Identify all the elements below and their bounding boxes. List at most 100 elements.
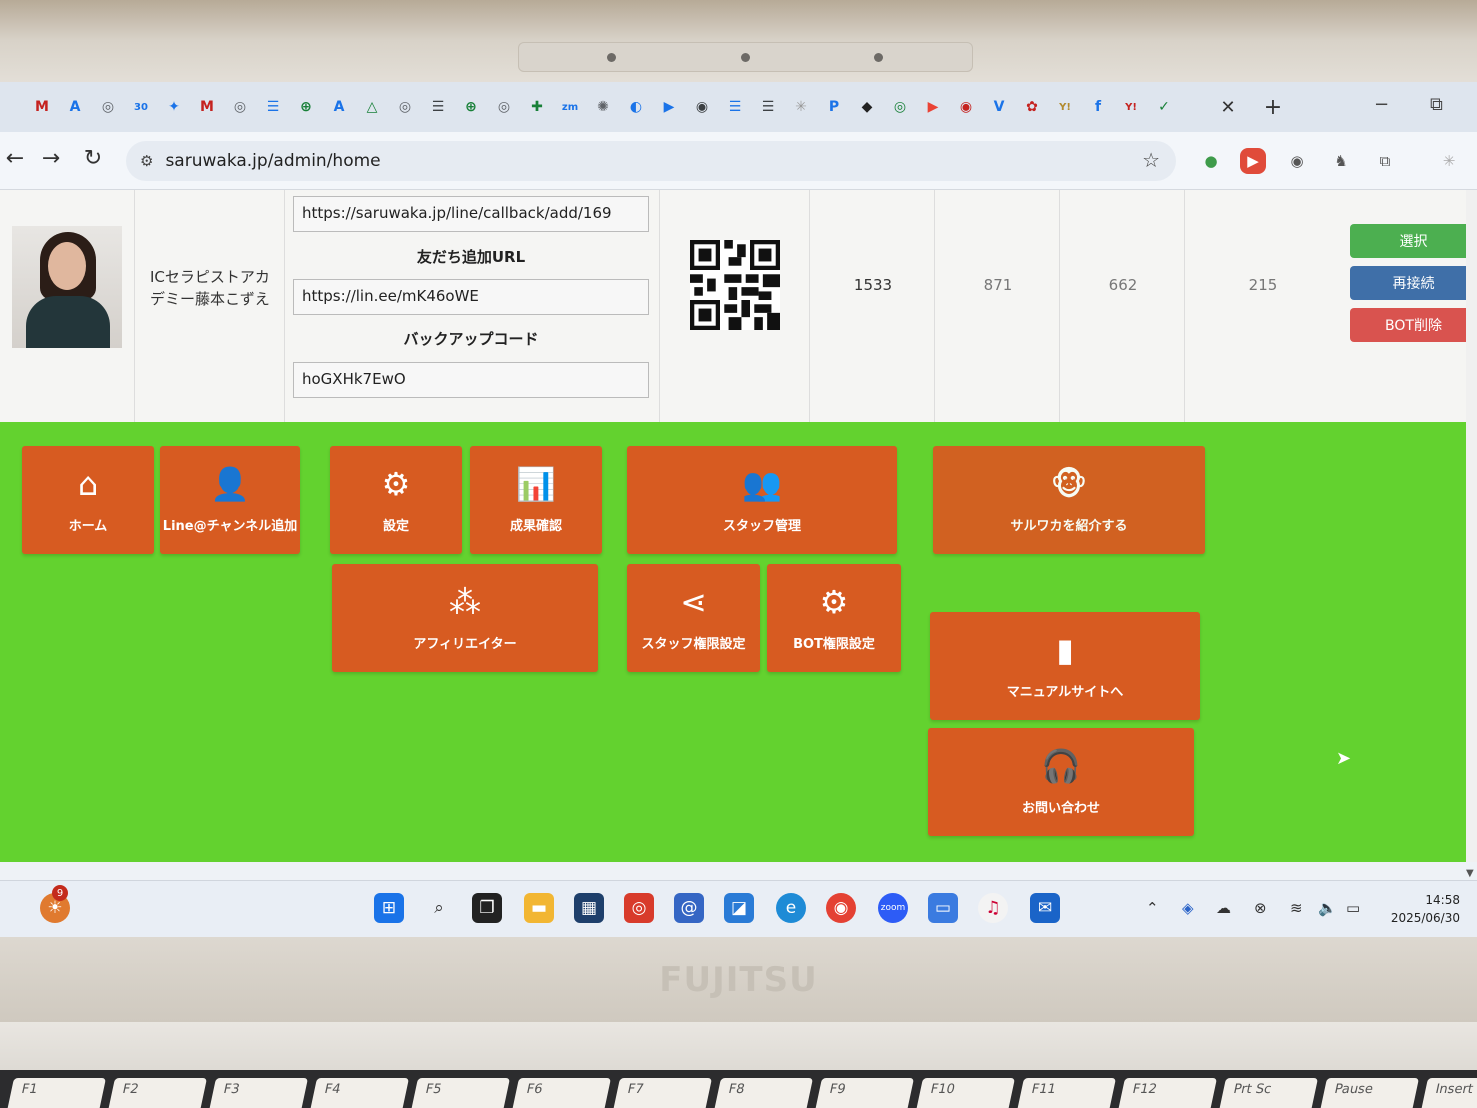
function-key[interactable]: F11: [1015, 1078, 1117, 1108]
start-icon[interactable]: ⊞: [374, 893, 404, 923]
results-tile[interactable]: 📊 成果確認: [470, 446, 602, 554]
tray-x-icon[interactable]: ⊗: [1254, 899, 1267, 917]
tab-favicon-icon[interactable]: ◉: [952, 93, 980, 121]
affiliate-tile[interactable]: ⁂ アフィリエイター: [332, 564, 598, 672]
tab-favicon-icon[interactable]: f: [1084, 93, 1112, 121]
bot-permission-tile[interactable]: ⚙ BOT権限設定: [767, 564, 901, 672]
outlook-icon[interactable]: ✉: [1030, 893, 1060, 923]
function-key[interactable]: F6: [510, 1078, 612, 1108]
tab-favicon-icon[interactable]: ☰: [259, 93, 287, 121]
tab-favicon-icon[interactable]: P: [820, 93, 848, 121]
function-key[interactable]: F8: [712, 1078, 814, 1108]
profile-extension-icon[interactable]: ♞: [1328, 148, 1354, 174]
function-key[interactable]: Prt Sc: [1217, 1078, 1319, 1108]
function-key[interactable]: Pause: [1318, 1078, 1420, 1108]
taskbar-clock[interactable]: 14:58 2025/06/30: [1380, 891, 1460, 927]
function-key[interactable]: F5: [409, 1078, 511, 1108]
tab-favicon-icon[interactable]: ✓: [1150, 93, 1178, 121]
introduce-tile[interactable]: 🐵 サルワカを紹介する: [933, 446, 1205, 554]
task-view-icon[interactable]: ❐: [472, 893, 502, 923]
zoom-icon[interactable]: zoom: [878, 893, 908, 923]
tab-favicon-icon[interactable]: A: [325, 93, 353, 121]
function-key[interactable]: F9: [813, 1078, 915, 1108]
staff-permission-tile[interactable]: ⋖ スタッフ権限設定: [627, 564, 760, 672]
file-explorer-icon[interactable]: ▬: [524, 893, 554, 923]
reconnect-button[interactable]: 再接続: [1350, 266, 1477, 300]
bookmark-star-icon[interactable]: ☆: [1142, 148, 1160, 172]
callback-url-field[interactable]: https://saruwaka.jp/line/callback/add/16…: [293, 196, 649, 232]
settings-tile[interactable]: ⚙ 設定: [330, 446, 462, 554]
tab-favicon-icon[interactable]: ◎: [226, 93, 254, 121]
tab-favicon-icon[interactable]: ◆: [853, 93, 881, 121]
back-icon[interactable]: ←: [0, 146, 30, 171]
tab-favicon-icon[interactable]: ⊕: [457, 93, 485, 121]
home-tile[interactable]: ⌂ ホーム: [22, 446, 154, 554]
camera-extension-icon[interactable]: ◉: [1284, 148, 1310, 174]
tab-favicon-icon[interactable]: ▶: [655, 93, 683, 121]
store-icon[interactable]: ▦: [574, 893, 604, 923]
menu-icon[interactable]: ✳: [1436, 148, 1462, 174]
tab-favicon-icon[interactable]: V: [985, 93, 1013, 121]
function-key[interactable]: F1: [5, 1078, 107, 1108]
edge-icon[interactable]: e: [776, 893, 806, 923]
tab-favicon-icon[interactable]: Y!: [1051, 93, 1079, 121]
tab-favicon-icon[interactable]: 30: [127, 93, 155, 121]
site-settings-icon[interactable]: ⚙: [140, 152, 153, 170]
function-key[interactable]: F3: [207, 1078, 309, 1108]
close-tab-icon[interactable]: ✕: [1210, 92, 1246, 122]
tab-favicon-icon[interactable]: Y!: [1117, 93, 1145, 121]
contact-tile[interactable]: 🎧 お問い合わせ: [928, 728, 1194, 836]
tab-favicon-icon[interactable]: ☰: [721, 93, 749, 121]
function-key[interactable]: F7: [611, 1078, 713, 1108]
tray-app-icon[interactable]: ◈: [1182, 899, 1194, 917]
function-key[interactable]: F12: [1116, 1078, 1218, 1108]
chrome-icon[interactable]: ◉: [826, 893, 856, 923]
evernote-extension-icon[interactable]: ●: [1198, 148, 1224, 174]
tab-favicon-icon[interactable]: ◐: [622, 93, 650, 121]
tab-favicon-icon[interactable]: ☰: [754, 93, 782, 121]
search-icon[interactable]: ⌕: [424, 893, 454, 923]
reload-icon[interactable]: ↻: [78, 146, 108, 171]
battery-icon[interactable]: ▭: [1346, 899, 1360, 917]
function-key[interactable]: F10: [914, 1078, 1016, 1108]
tab-favicon-icon[interactable]: ◎: [391, 93, 419, 121]
onedrive-icon[interactable]: ☁: [1216, 899, 1231, 917]
function-key[interactable]: F2: [106, 1078, 208, 1108]
extensions-puzzle-icon[interactable]: ⧉: [1372, 148, 1398, 174]
tab-favicon-icon[interactable]: M: [28, 93, 56, 121]
tray-expand-icon[interactable]: ⌃: [1146, 899, 1159, 917]
mail-icon[interactable]: @: [674, 893, 704, 923]
music-icon[interactable]: ♫: [978, 893, 1008, 923]
tab-favicon-icon[interactable]: ◉: [688, 93, 716, 121]
tab-favicon-icon[interactable]: M: [193, 93, 221, 121]
tab-favicon-icon[interactable]: ◎: [886, 93, 914, 121]
forward-icon[interactable]: →: [36, 146, 66, 171]
tab-favicon-icon[interactable]: ⊕: [292, 93, 320, 121]
friend-add-url-field[interactable]: https://lin.ee/mK46oWE: [293, 279, 649, 315]
remote-desktop-icon[interactable]: ▭: [928, 893, 958, 923]
scroll-down-icon[interactable]: ▼: [1466, 868, 1474, 879]
app-icon[interactable]: ◎: [624, 893, 654, 923]
scrollbar[interactable]: [1466, 190, 1477, 862]
manual-tile[interactable]: ▮ マニュアルサイトへ: [930, 612, 1200, 720]
delete-bot-button[interactable]: BOT削除: [1350, 308, 1477, 342]
restore-icon[interactable]: ⧉: [1430, 94, 1443, 115]
staff-tile[interactable]: 👥 スタッフ管理: [627, 446, 897, 554]
tab-favicon-icon[interactable]: ☰: [424, 93, 452, 121]
address-bar[interactable]: ⚙ saruwaka.jp/admin/home ☆: [126, 141, 1176, 181]
video-extension-icon[interactable]: ▶: [1240, 148, 1266, 174]
tab-favicon-icon[interactable]: ✚: [523, 93, 551, 121]
wifi-icon[interactable]: ≋: [1290, 899, 1303, 917]
function-key[interactable]: F4: [308, 1078, 410, 1108]
tab-favicon-icon[interactable]: ◎: [490, 93, 518, 121]
select-button[interactable]: 選択: [1350, 224, 1477, 258]
photos-icon[interactable]: ◪: [724, 893, 754, 923]
function-key[interactable]: Insert: [1419, 1078, 1477, 1108]
tab-favicon-icon[interactable]: A: [61, 93, 89, 121]
new-tab-icon[interactable]: +: [1258, 92, 1288, 122]
minimize-icon[interactable]: −: [1374, 94, 1389, 115]
tab-favicon-icon[interactable]: ✺: [589, 93, 617, 121]
add-channel-tile[interactable]: 👤 Line@チャンネル追加: [160, 446, 300, 554]
tab-favicon-icon[interactable]: ◎: [94, 93, 122, 121]
tab-favicon-icon[interactable]: ✿: [1018, 93, 1046, 121]
